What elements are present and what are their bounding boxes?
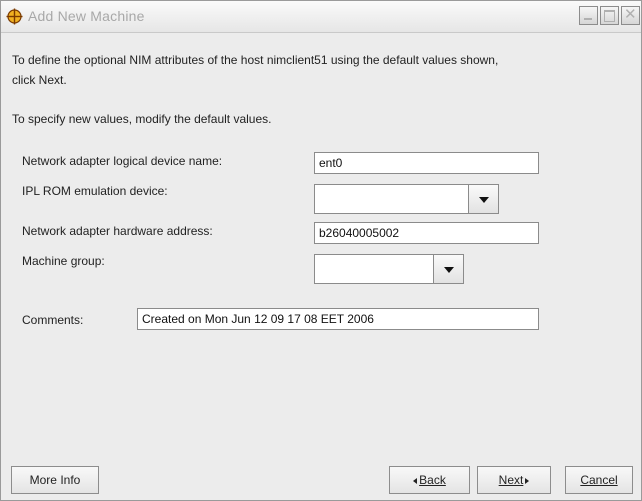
back-label: Back <box>419 473 446 487</box>
machine-group-value[interactable] <box>314 254 434 284</box>
ipl-rom-label: IPL ROM emulation device: <box>22 184 168 198</box>
cancel-button[interactable]: Cancel <box>565 466 633 494</box>
crosshair-icon <box>6 8 23 25</box>
hw-address-label: Network adapter hardware address: <box>22 224 213 238</box>
dialog-window: Add New Machine ✕ To define the optional… <box>0 0 642 501</box>
machine-group-label: Machine group: <box>22 254 105 268</box>
intro-line-1: To define the optional NIM attributes of… <box>12 53 499 67</box>
chevron-down-icon[interactable] <box>433 254 464 284</box>
adapter-name-label: Network adapter logical device name: <box>22 154 223 168</box>
comments-field[interactable]: Created on Mon Jun 12 09 17 08 EET 2006 <box>137 308 539 330</box>
machine-group-combo[interactable] <box>314 254 464 284</box>
ipl-rom-combo[interactable] <box>314 184 499 214</box>
ipl-rom-value[interactable] <box>314 184 469 214</box>
comments-label: Comments: <box>22 313 84 327</box>
chevron-down-icon[interactable] <box>468 184 499 214</box>
back-button[interactable]: Back <box>389 466 470 494</box>
intro-line-3: To specify new values, modify the defaul… <box>12 112 272 126</box>
cancel-label: Cancel <box>580 473 618 487</box>
title-bar[interactable]: Add New Machine ✕ <box>1 1 641 33</box>
hw-address-field[interactable]: b26040005002 <box>314 222 539 244</box>
window-title: Add New Machine <box>28 8 145 24</box>
minimize-icon[interactable] <box>579 6 598 25</box>
adapter-name-field[interactable]: ent0 <box>314 152 539 174</box>
chevron-right-icon <box>525 477 530 484</box>
next-label: Next <box>498 473 524 487</box>
maximize-icon[interactable] <box>600 6 619 25</box>
close-icon[interactable]: ✕ <box>621 6 640 25</box>
intro-line-2: click Next. <box>12 73 67 87</box>
chevron-left-icon <box>413 477 418 484</box>
more-info-button[interactable]: More Info <box>11 466 99 494</box>
next-button[interactable]: Next <box>477 466 551 494</box>
